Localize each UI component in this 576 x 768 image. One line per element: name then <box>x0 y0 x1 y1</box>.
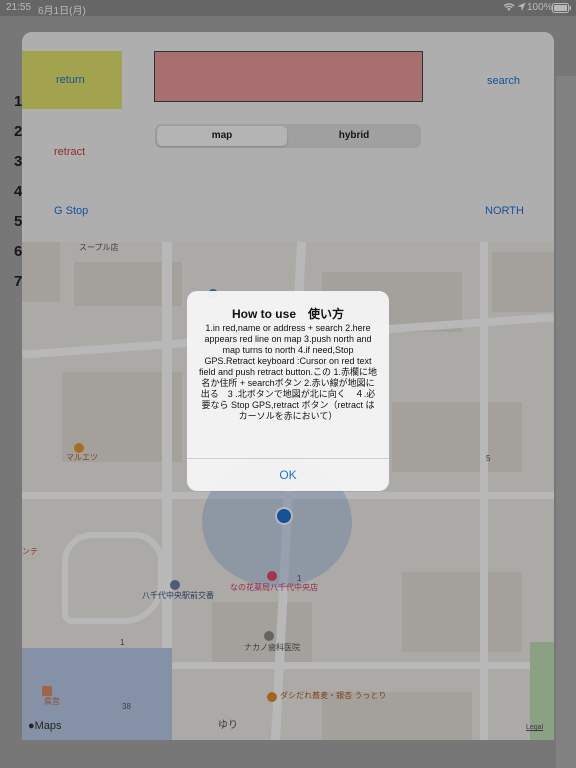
how-to-use-alert: How to use 使い方 1.in red,name or address … <box>187 291 389 491</box>
alert-title: How to use 使い方 <box>231 307 344 321</box>
alert-ok-button[interactable]: OK <box>187 459 389 491</box>
alert-message: 1.in red,name or address + search 2.here… <box>198 323 378 421</box>
